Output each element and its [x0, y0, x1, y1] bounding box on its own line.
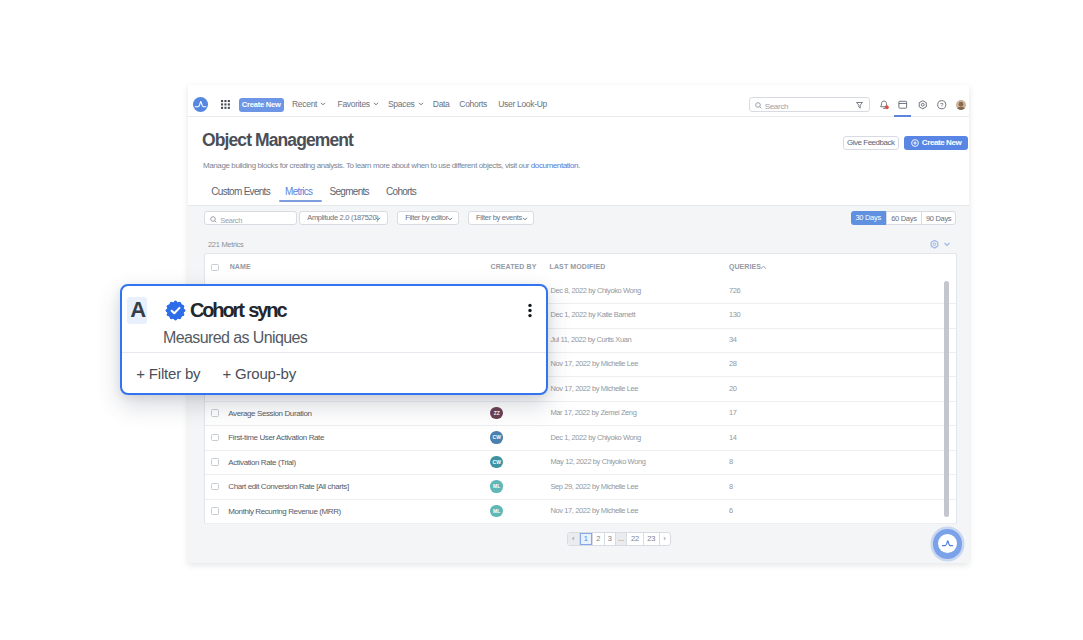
- svg-text:?: ?: [940, 102, 944, 108]
